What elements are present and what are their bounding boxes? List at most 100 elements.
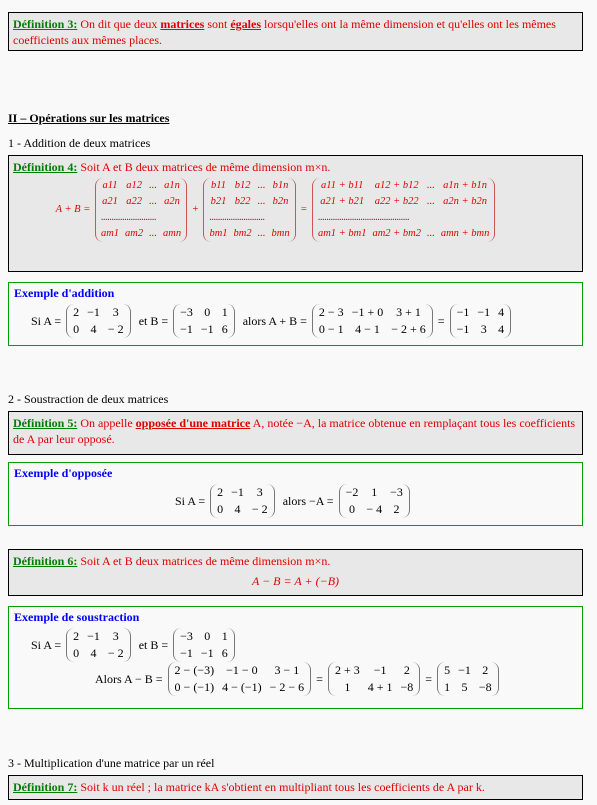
matrix-cell: 0 <box>73 322 80 336</box>
matrix-cell: .......................... <box>209 212 265 223</box>
math-text: = <box>434 313 448 328</box>
matrix-cell: 4 <box>498 322 505 336</box>
definition-7: Définition 7: Soit k un réel ; la matric… <box>8 775 583 800</box>
matrix-cell: 2 + 3 <box>334 663 360 677</box>
matrix-cell: am1 + bm1 <box>317 228 367 239</box>
matrix: −2 1 −3 0 − 4 2 <box>338 484 410 518</box>
matrix-cell: 3 <box>480 322 487 336</box>
subsection-heading: 3 - Multiplication d'une matrice par un … <box>8 756 215 770</box>
matrix-row: a21 + b21 a22 + b22... a2n + b2n <box>315 194 492 210</box>
matrix-cell: a22 <box>126 196 142 207</box>
section-heading: II – Opérations sur les matrices <box>8 111 170 125</box>
matrix-row: .......................... <box>206 210 292 226</box>
matrix-cell: − 2 <box>107 646 124 660</box>
definition-5: Définition 5: On appelle opposée d'une m… <box>8 411 583 455</box>
matrix-cell: amn + bmn <box>440 228 490 239</box>
text: Soit A et B deux matrices de même dimens… <box>77 554 331 568</box>
definition-4: Définition 4: Soit A et B deux matrices … <box>8 155 583 272</box>
matrix-cell: ... <box>257 180 266 191</box>
matrix-cell: 2 <box>217 485 224 499</box>
matrix-cell: a1n + b1n <box>443 180 488 191</box>
matrix-cell: −1 <box>231 485 244 499</box>
matrix-cell: ... <box>149 228 157 239</box>
matrix-cell: a1n <box>164 180 180 191</box>
text: sont <box>204 17 231 31</box>
matrix-row: −1 −1 6 <box>176 645 232 662</box>
math-text: Si A = <box>28 637 65 652</box>
text: On dit que deux <box>77 17 161 31</box>
matrix-row: 0 4 − 2 <box>69 321 128 338</box>
matrix-cell: − 2 <box>107 322 124 336</box>
matrix-row: a11 a12... a1n <box>98 178 184 194</box>
matrix: a11 + b11 a12 + b12... a1n + b1n a21 + b21 a… <box>311 178 496 242</box>
matrix-cell: am1 <box>100 228 120 239</box>
matrix-cell: −3 <box>180 305 193 319</box>
matrix-row: am1 am2... amn <box>98 226 184 242</box>
matrix-cell: bm1 <box>209 228 228 239</box>
matrix-cell: 3 + 1 <box>396 305 421 319</box>
matrix-cell: b21 <box>210 196 227 207</box>
matrix-cell: a21 <box>102 196 118 207</box>
definition-3: Définition 3: On dit que deux matrices s… <box>8 12 583 51</box>
matrix-cell: −1 <box>180 322 193 336</box>
matrix-cell: 4 + 1 <box>367 680 393 694</box>
math-text: Alors A − B = <box>92 671 166 686</box>
matrix-row: ........................................… <box>315 210 492 226</box>
matrix-cell: amn <box>163 228 182 239</box>
matrix-cell: −3 <box>390 485 403 499</box>
matrix-cell: 2 <box>73 305 80 319</box>
matrix-cell: ... <box>426 228 435 239</box>
matrix-cell: 0 <box>217 502 224 516</box>
matrix: 2 − (−3) −1 − 0 3 − 1 0 − (−1) 4 − (−1) − 2 −… <box>167 662 312 696</box>
matrix-row: 5 −1 2 <box>440 662 496 679</box>
matrix-cell: ... <box>149 180 157 191</box>
matrix-cell: −8 <box>400 680 414 694</box>
matrix-cell: 1 <box>371 485 378 499</box>
definition-6: Définition 6: Soit A et B deux matrices … <box>8 549 583 596</box>
subsection-heading: 2 - Soustraction de deux matrices <box>8 392 169 406</box>
formula: Alors A − B = 2 − (−3) −1 − 0 3 − 1 0 − (−1… <box>92 662 577 696</box>
matrix-row: 0 4 − 2 <box>213 501 272 518</box>
math-text: alors A + B = <box>236 313 310 328</box>
text: Soit A et B deux matrices de même dimens… <box>77 160 331 174</box>
matrix-row: 2 −1 3 <box>69 304 128 321</box>
example-title: Exemple de soustraction <box>14 610 140 624</box>
text: On appelle <box>77 416 136 430</box>
matrix-cell: b22 <box>234 196 251 207</box>
matrix-row: −2 1 −3 <box>342 484 407 501</box>
matrix-cell: 4 − (−1) <box>222 680 262 694</box>
matrix: −3 0 1 −1 −1 6 <box>173 628 235 662</box>
matrix-cell: 0 − 1 <box>318 322 344 336</box>
matrix-cell: a2n <box>164 196 180 207</box>
matrix-row: −3 0 1 <box>176 304 232 321</box>
math-text: Si A = <box>172 493 209 508</box>
example-title: Exemple d'addition <box>14 286 115 300</box>
matrix-cell: −1 − 0 <box>226 663 258 677</box>
matrix-cell: a2n + b2n <box>443 196 488 207</box>
matrix-cell: −2 <box>345 485 359 499</box>
matrix-cell: 2 − 3 <box>318 305 344 319</box>
matrix-row: 2 −1 3 <box>213 484 272 501</box>
matrix-cell: ... <box>257 196 266 207</box>
math-text: = <box>297 204 310 215</box>
matrix-cell: 4 − 1 <box>355 322 380 336</box>
matrix-cell: −1 <box>456 322 470 336</box>
matrix-row: a11 + b11 a12 + b12... a1n + b1n <box>315 178 492 194</box>
matrix-row: a21 a22... a2n <box>98 194 184 210</box>
matrix: 5 −1 2 1 5 −8 <box>437 662 499 696</box>
matrix-cell: − 2 <box>251 502 268 516</box>
matrix-cell: a12 <box>126 180 142 191</box>
matrix-row: 2 −1 3 <box>69 628 128 645</box>
math-text: et B = <box>132 313 172 328</box>
matrix-cell: 5 <box>461 680 468 694</box>
matrix-cell: a11 + b11 <box>321 180 364 191</box>
matrix-cell: 4 <box>90 646 97 660</box>
matrix-cell: 3 <box>112 629 119 643</box>
matrix-cell: 2 <box>403 663 410 677</box>
matrix-cell: 6 <box>221 322 228 336</box>
matrix: a11 a12... a1n a21 a22... a2n................… <box>94 178 188 242</box>
matrix: −1 −1 4 −1 3 4 <box>449 304 512 338</box>
matrix-cell: 2 <box>393 502 400 516</box>
example-title: Exemple d'opposée <box>14 466 113 480</box>
matrix: 2 −1 3 0 4 − 2 <box>66 304 131 338</box>
